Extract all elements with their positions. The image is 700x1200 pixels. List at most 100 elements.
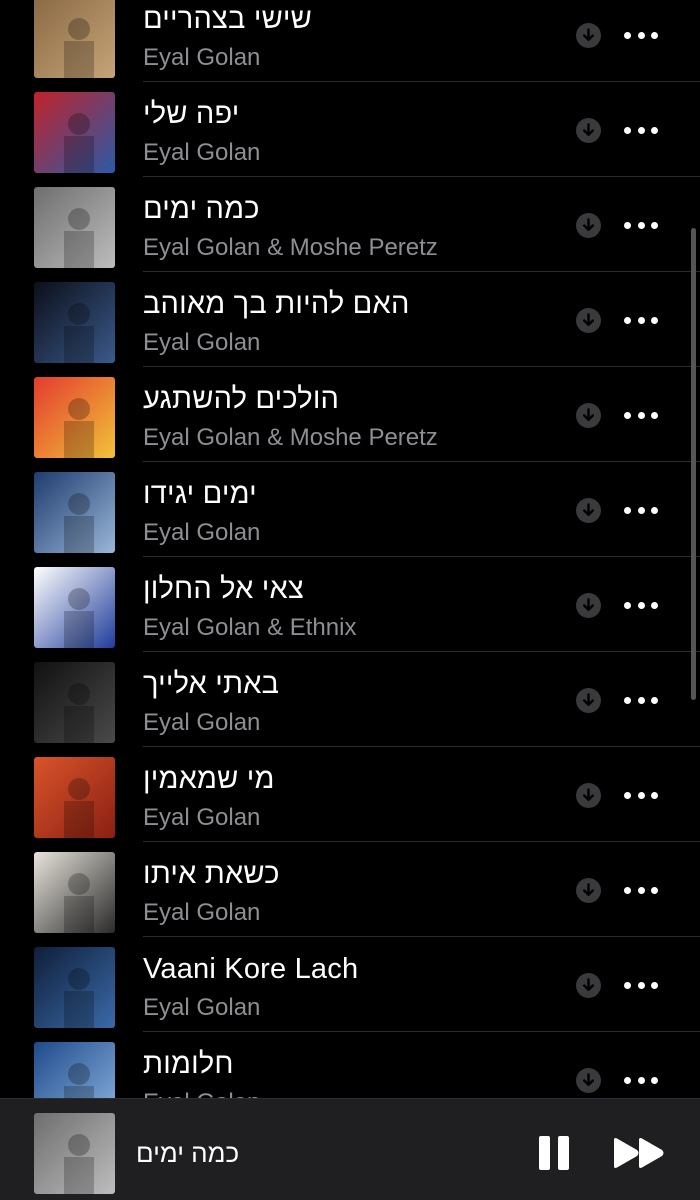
download-circle-icon xyxy=(583,408,594,421)
song-title: יפה שלי xyxy=(143,98,240,130)
more-dot xyxy=(637,601,645,609)
more-dots-icon xyxy=(624,981,631,989)
album-artwork xyxy=(34,92,115,173)
more-button[interactable] xyxy=(624,876,658,904)
fast-forward-button[interactable] xyxy=(612,1137,666,1169)
album-artwork xyxy=(34,852,115,933)
download-circle-icon xyxy=(583,28,594,41)
song-artist: Eyal Golan xyxy=(143,994,261,1021)
download-button[interactable] xyxy=(576,118,601,143)
song-row[interactable]: שישי בצהריים Eyal Golan xyxy=(0,0,700,82)
more-button[interactable] xyxy=(624,21,658,49)
song-title: חלומות xyxy=(143,1048,234,1080)
more-dot xyxy=(651,31,658,39)
song-row[interactable]: Vaani Kore Lach Eyal Golan xyxy=(0,937,700,1032)
more-dot xyxy=(651,411,658,419)
album-artwork xyxy=(34,472,115,553)
more-dot xyxy=(637,1076,645,1084)
download-button[interactable] xyxy=(576,403,601,428)
more-dots-icon xyxy=(624,791,631,799)
more-dots-icon xyxy=(624,601,631,609)
more-button[interactable] xyxy=(624,211,658,239)
download-button[interactable] xyxy=(576,688,601,713)
song-row[interactable]: כמה ימים Eyal Golan & Moshe Peretz xyxy=(0,177,700,272)
more-dot xyxy=(637,981,645,989)
more-button[interactable] xyxy=(624,306,658,334)
pause-button[interactable] xyxy=(539,1136,569,1170)
more-dots-icon xyxy=(624,886,631,894)
album-artwork xyxy=(34,377,115,458)
song-title: כמה ימים xyxy=(143,193,260,225)
more-dot xyxy=(637,696,645,704)
download-circle-icon xyxy=(583,883,594,896)
song-title: שישי בצהריים xyxy=(143,3,313,35)
more-button[interactable] xyxy=(624,591,658,619)
more-dot xyxy=(651,1076,658,1084)
more-button[interactable] xyxy=(624,496,658,524)
download-button[interactable] xyxy=(576,1068,601,1093)
more-dot xyxy=(637,506,645,514)
download-circle-icon xyxy=(583,693,594,706)
song-row[interactable]: באתי אלייך Eyal Golan xyxy=(0,652,700,747)
fast-forward-icon xyxy=(614,1138,664,1168)
download-button[interactable] xyxy=(576,783,601,808)
more-button[interactable] xyxy=(624,1066,658,1094)
more-dot xyxy=(651,601,658,609)
song-list: שישי בצהריים Eyal Golan יפה שלי Eyal Golan כ… xyxy=(0,0,700,1127)
now-playing-artwork[interactable] xyxy=(34,1113,115,1194)
download-circle-icon xyxy=(583,788,594,801)
scrollbar[interactable] xyxy=(691,228,696,700)
more-dot xyxy=(637,31,645,39)
song-title: באתי אלייך xyxy=(143,668,280,700)
song-row[interactable]: כשאת איתו Eyal Golan xyxy=(0,842,700,937)
album-artwork xyxy=(34,947,115,1028)
album-artwork xyxy=(34,567,115,648)
more-dots-icon xyxy=(624,506,631,514)
more-dot xyxy=(651,886,658,894)
download-circle-icon xyxy=(583,978,594,991)
download-button[interactable] xyxy=(576,878,601,903)
song-title: צאי אל החלון xyxy=(143,573,304,605)
song-row[interactable]: מי שמאמין Eyal Golan xyxy=(0,747,700,842)
download-button[interactable] xyxy=(576,308,601,333)
pause-icon-bar xyxy=(558,1136,569,1170)
album-artwork xyxy=(34,282,115,363)
more-dot xyxy=(651,791,658,799)
album-artwork xyxy=(34,0,115,78)
album-artwork xyxy=(34,662,115,743)
more-dot xyxy=(637,411,645,419)
song-title: כשאת איתו xyxy=(143,858,280,890)
more-button[interactable] xyxy=(624,781,658,809)
download-button[interactable] xyxy=(576,498,601,523)
more-dots-icon xyxy=(624,316,631,324)
download-button[interactable] xyxy=(576,973,601,998)
now-playing-title[interactable]: כמה ימים xyxy=(136,1137,239,1169)
more-button[interactable] xyxy=(624,116,658,144)
more-dots-icon xyxy=(624,696,631,704)
download-button[interactable] xyxy=(576,593,601,618)
song-artist: Eyal Golan & Ethnix xyxy=(143,614,357,641)
more-dot xyxy=(651,696,658,704)
more-button[interactable] xyxy=(624,686,658,714)
song-row[interactable]: ימים יגידו Eyal Golan xyxy=(0,462,700,557)
song-row[interactable]: צאי אל החלון Eyal Golan & Ethnix xyxy=(0,557,700,652)
song-artist: Eyal Golan xyxy=(143,329,261,356)
song-title: מי שמאמין xyxy=(143,763,275,795)
download-button[interactable] xyxy=(576,213,601,238)
more-dot xyxy=(651,506,658,514)
song-artist: Eyal Golan xyxy=(143,899,261,926)
more-button[interactable] xyxy=(624,971,658,999)
more-button[interactable] xyxy=(624,401,658,429)
more-dot xyxy=(637,316,645,324)
more-dot xyxy=(637,791,645,799)
song-title: האם להיות בך מאוהב xyxy=(143,288,410,320)
more-dots-icon xyxy=(624,126,631,134)
song-row[interactable]: הולכים להשתגע Eyal Golan & Moshe Peretz xyxy=(0,367,700,462)
album-artwork xyxy=(34,757,115,838)
song-row[interactable]: יפה שלי Eyal Golan xyxy=(0,82,700,177)
album-artwork xyxy=(34,187,115,268)
mini-player[interactable]: כמה ימים xyxy=(0,1098,700,1200)
download-button[interactable] xyxy=(576,23,601,48)
song-row[interactable]: האם להיות בך מאוהב Eyal Golan xyxy=(0,272,700,367)
more-dot xyxy=(651,981,658,989)
